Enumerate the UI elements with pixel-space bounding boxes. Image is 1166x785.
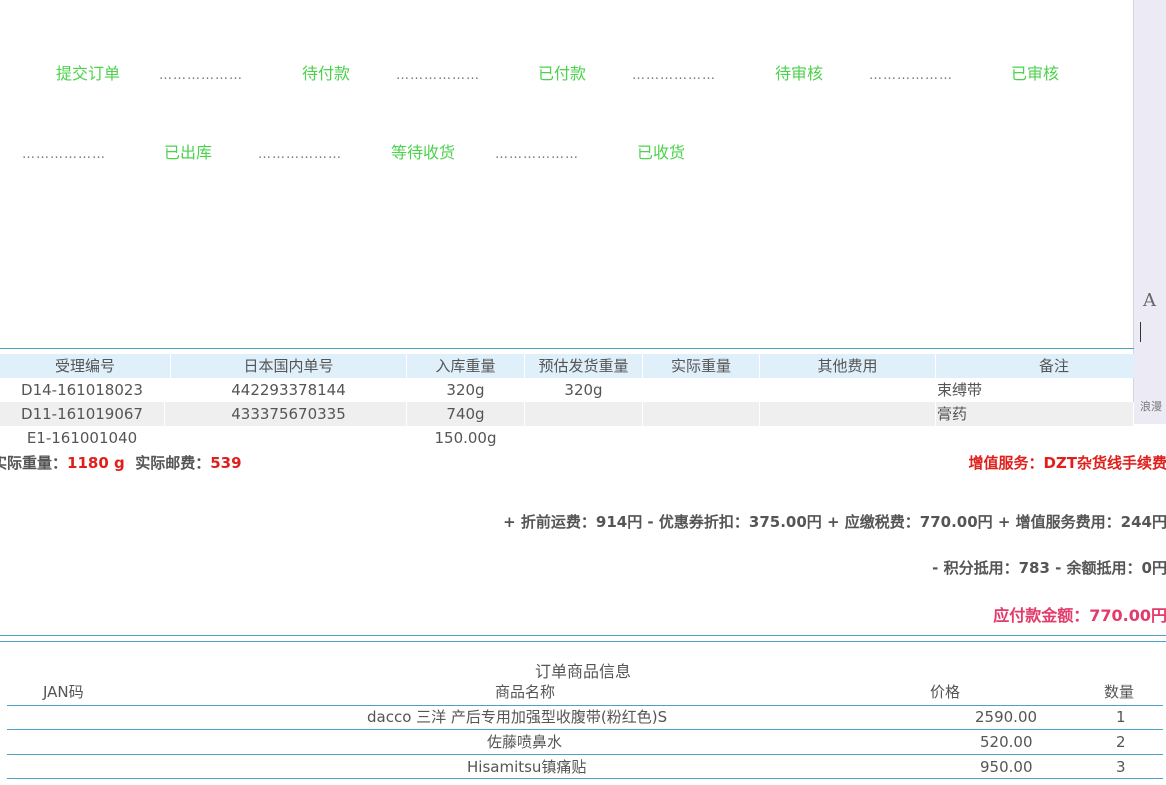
table-cell	[525, 426, 642, 450]
table-row: E1-161001040 150.00g	[0, 426, 1134, 450]
flow-separator: ………………	[869, 68, 953, 83]
deduction-calculation: - 积分抵用：783 - 余额抵用：0円	[932, 559, 1166, 577]
table-cell	[760, 402, 936, 426]
goods-qty: 1	[1116, 708, 1126, 726]
divider	[0, 635, 1166, 636]
actual-postage-label: 实际邮费：	[135, 454, 211, 472]
font-icon[interactable]: A	[1143, 290, 1156, 311]
table-cell	[937, 426, 1133, 450]
row-divider	[7, 778, 1163, 779]
row-divider	[7, 705, 1163, 706]
amount-due: 应付款金额：770.00円	[993, 606, 1166, 625]
weight-postage-summary: 实际重量：1180 g 实际邮费：539	[0, 452, 242, 473]
value-added-service: 增值服务：DZT杂货线手续费	[968, 454, 1166, 472]
goods-name: Hisamitsu镇痛贴	[467, 758, 587, 776]
table-header-row: 受理编号 日本国内单号 入库重量 预估发货重量 实际重量 其他费用 备注	[0, 354, 1134, 378]
goods-qty: 3	[1116, 758, 1126, 776]
header-cell: 备注	[936, 354, 1166, 378]
goods-qty: 2	[1116, 733, 1126, 751]
text-caret	[1140, 322, 1141, 342]
goods-name: 佐藤喷鼻水	[487, 733, 563, 751]
table-cell: D11-161019067	[0, 402, 165, 426]
step-paid: 已付款	[538, 64, 587, 83]
header-cell: 预估发货重量	[525, 354, 643, 378]
flow-separator: ………………	[632, 68, 716, 83]
table-row: D11-161019067 433375670335 740g 膏药	[0, 402, 1134, 426]
step-awaiting-payment: 待付款	[302, 64, 351, 83]
step-received: 已收货	[637, 143, 686, 162]
table-cell	[643, 402, 760, 426]
goods-header-jan: JAN码	[43, 683, 84, 701]
step-awaiting-review: 待审核	[775, 64, 824, 83]
header-cell: 其他费用	[760, 354, 936, 378]
table-cell	[760, 378, 935, 402]
side-panel-text: 浪漫	[1140, 400, 1162, 413]
goods-price: 950.00	[980, 758, 1033, 776]
table-cell: 442293378144	[231, 381, 346, 399]
goods-name: dacco 三洋 产后专用加强型收腹带(粉红色)S	[367, 708, 668, 726]
table-cell	[525, 402, 643, 426]
table-cell: 320g	[446, 381, 485, 399]
goods-price: 2590.00	[975, 708, 1038, 726]
header-cell: 实际重量	[643, 354, 760, 378]
row-divider	[7, 754, 1163, 755]
table-row: D14-161018023 442293378144 320g 320g 束缚带	[0, 378, 1134, 402]
goods-header-name: 商品名称	[495, 683, 556, 701]
header-cell: 入库重量	[407, 354, 525, 378]
goods-table-title: 订单商品信息	[535, 662, 632, 681]
divider	[0, 348, 1134, 349]
table-cell	[171, 426, 406, 450]
step-reviewed: 已审核	[1011, 64, 1060, 83]
table-cell: D14-161018023	[21, 381, 143, 399]
step-submit-order: 提交订单	[56, 64, 121, 83]
table-cell	[760, 426, 935, 450]
table-cell: E1-161001040	[26, 429, 138, 447]
step-shipped-out: 已出库	[164, 143, 213, 162]
step-awaiting-receipt: 等待收货	[391, 143, 456, 162]
flow-separator: ………………	[258, 147, 342, 162]
table-cell	[643, 426, 759, 450]
table-cell: 束缚带	[937, 381, 983, 399]
header-cell: 受理编号	[0, 354, 171, 378]
divider	[0, 641, 1166, 642]
table-cell: 膏药	[937, 402, 1134, 426]
flow-separator: ………………	[159, 68, 243, 83]
actual-weight-label: 实际重量：	[0, 454, 68, 472]
goods-header-price: 价格	[930, 683, 961, 701]
flow-separator: ………………	[22, 147, 106, 162]
fee-calculation: + 折前运费：914円 - 优惠券折扣：375.00円 + 应缴税费：770.0…	[503, 513, 1166, 531]
header-cell: 日本国内单号	[171, 354, 407, 378]
flow-separator: ………………	[396, 68, 480, 83]
flow-separator: ………………	[495, 147, 579, 162]
order-detail-page: 提交订单 ……………… 待付款 ……………… 已付款 ……………… 待审核 ………	[0, 0, 1166, 785]
goods-price: 520.00	[980, 733, 1033, 751]
table-cell: 740g	[407, 402, 525, 426]
actual-postage-value: 539	[210, 454, 242, 472]
row-divider	[7, 729, 1163, 730]
actual-weight-value: 1180 g	[67, 454, 125, 472]
table-cell: 320g	[564, 381, 603, 399]
table-cell	[643, 378, 759, 402]
goods-header-qty: 数量	[1104, 683, 1135, 701]
table-cell: 433375670335	[171, 402, 407, 426]
table-cell: 150.00g	[434, 429, 497, 447]
